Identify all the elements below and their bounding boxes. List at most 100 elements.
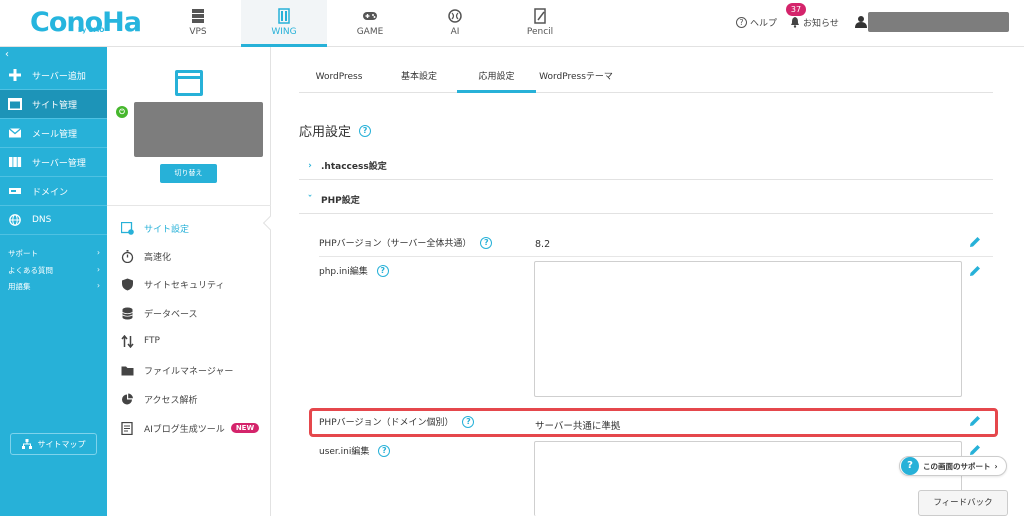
php-ini-label: php.ini編集 ? (319, 264, 389, 277)
notice-count-badge: 37 (786, 3, 806, 16)
site-menu-label: ファイルマネージャー (144, 366, 234, 377)
collapse-sidebar-icon[interactable]: ‹ (5, 49, 9, 60)
sidebar-item-label: サイト管理 (32, 100, 78, 111)
site-menu-analytics[interactable]: アクセス解析 (121, 389, 266, 409)
gamepad-icon (363, 12, 377, 20)
sidebar-item-mail[interactable]: メール管理 (0, 119, 107, 148)
sidebar-item-add-server[interactable]: サーバー追加 (0, 61, 107, 90)
left-sidebar: ‹ サーバー追加 サイト管理 メール管理 サーバー管理 ドメイン DNS サポー… (0, 47, 107, 516)
topnav-label: Pencil (526, 27, 554, 37)
php-server-version-label: PHPバージョン（サーバー全体共通） ? (319, 236, 493, 249)
row-label-text: PHPバージョン（ドメイン個別） (319, 418, 454, 428)
conoha-logo[interactable]: ConoHa (30, 6, 142, 40)
pencil-edit-icon[interactable] (969, 415, 981, 427)
help-circle-icon[interactable]: ? (359, 124, 372, 137)
sidebar-item-dns[interactable]: DNS (0, 206, 107, 235)
user-icon[interactable] (855, 15, 867, 28)
help-icon: ? (736, 17, 747, 28)
tab-advanced-settings[interactable]: 応用設定 (457, 63, 536, 93)
chevron-down-icon: ˇ (307, 194, 313, 205)
site-menu-security[interactable]: サイトセキュリティ (121, 274, 266, 294)
question-icon: ? (901, 457, 919, 475)
folder-icon (121, 366, 134, 375)
page-title-text: 応用設定 (299, 125, 352, 140)
sidebar-sub-glossary[interactable]: 用語集 › (8, 281, 100, 292)
accordion-htaccess[interactable]: › .htaccess設定 (299, 152, 993, 180)
transfer-icon (121, 334, 134, 348)
php-server-version-value: 8.2 (535, 239, 551, 250)
sidebar-item-label: メール管理 (32, 129, 78, 140)
mail-icon (8, 128, 22, 138)
sidebar-item-server-manage[interactable]: サーバー管理 (0, 148, 107, 177)
tab-basic-settings[interactable]: 基本設定 (379, 63, 459, 93)
support-label: この画面のサポート (923, 461, 991, 471)
main-content: WordPress 基本設定 応用設定 WordPressテーマ 応用設定 ? … (272, 47, 1024, 516)
site-menu-label: サイト設定 (144, 224, 190, 235)
sidebar-item-domain[interactable]: ドメイン (0, 177, 107, 206)
topnav-ai[interactable]: AI (412, 0, 498, 47)
help-link[interactable]: ? ヘルプ (736, 16, 777, 29)
site-menu-label: データベース (144, 309, 198, 320)
chevron-right-icon: › (97, 265, 100, 274)
site-menu-ftp[interactable]: FTP (121, 331, 266, 351)
sidebar-sub-support[interactable]: サポート › (8, 248, 100, 259)
help-circle-icon[interactable]: ? (462, 415, 475, 428)
pencil-edit-icon[interactable] (969, 236, 981, 248)
topnav-vps[interactable]: VPS (155, 0, 241, 47)
user-ini-label: user.ini編集 ? (319, 444, 391, 457)
accordion-label: PHP設定 (321, 196, 360, 206)
site-menu-ai-blog[interactable]: AIブログ生成ツール NEW (121, 418, 266, 438)
help-circle-icon[interactable]: ? (480, 236, 493, 249)
site-menu-file-manager[interactable]: ファイルマネージャー (121, 360, 266, 380)
settings-tabs: WordPress 基本設定 応用設定 WordPressテーマ (299, 63, 993, 93)
globe-icon (9, 214, 21, 226)
pencil-edit-icon[interactable] (969, 444, 981, 456)
site-menu-site-settings[interactable]: サイト設定 (121, 218, 266, 238)
sitemap-button[interactable]: サイトマップ (10, 433, 97, 455)
user-ini-textarea[interactable] (534, 441, 962, 516)
chevron-right-icon: › (308, 160, 312, 171)
accordion-php[interactable]: ˇ PHP設定 (299, 186, 993, 214)
php-domain-version-value: サーバー共通に準拠 (535, 421, 621, 432)
screen-support-button[interactable]: ? この画面のサポート › (899, 456, 1007, 476)
row-label-text: php.ini編集 (319, 267, 368, 277)
topnav-wing[interactable]: WING (241, 0, 327, 47)
topnav-game[interactable]: GAME (327, 0, 413, 47)
logo-sub: by GMO (78, 27, 105, 34)
site-menu-label: アクセス解析 (144, 395, 198, 406)
row-label-text: PHPバージョン（サーバー全体共通） (319, 239, 472, 249)
new-badge: NEW (230, 423, 260, 433)
site-menu-speedup[interactable]: 高速化 (121, 246, 266, 266)
topnav-label: GAME (356, 27, 384, 37)
switch-site-button[interactable]: 切り替え (160, 164, 217, 183)
site-menu-database[interactable]: データベース (121, 303, 266, 323)
site-panel: ⏻ 切り替え サイト設定 高速化 サイトセキュリティ データベース FTP ファ… (107, 47, 278, 516)
sidebar-item-label: DNS (32, 215, 52, 225)
row-divider (319, 256, 993, 257)
help-label: ヘルプ (750, 19, 778, 29)
user-name-redacted[interactable] (868, 12, 1009, 32)
pencil-edit-icon[interactable] (969, 265, 981, 277)
tab-wordpress[interactable]: WordPress (299, 63, 379, 93)
feedback-button[interactable]: フィードバック (918, 490, 1008, 516)
sidebar-item-label: サーバー管理 (32, 158, 86, 169)
stopwatch-icon (121, 249, 134, 263)
notice-link[interactable]: お知らせ (790, 16, 839, 29)
page-title: 応用設定 ? (299, 121, 372, 140)
row-label-text: user.ini編集 (319, 447, 370, 457)
help-circle-icon[interactable]: ? (376, 264, 389, 277)
topnav-label: WING (271, 27, 297, 37)
php-ini-textarea[interactable] (534, 261, 962, 397)
sidebar-item-label: ドメイン (32, 187, 69, 198)
sidebar-sub-label: よくある質問 (8, 266, 53, 275)
tab-wordpress-theme[interactable]: WordPressテーマ (536, 63, 616, 93)
site-menu-label: FTP (144, 336, 160, 346)
notice-label: お知らせ (803, 19, 839, 29)
sidebar-item-site-manage[interactable]: サイト管理 (0, 90, 107, 119)
help-circle-icon[interactable]: ? (378, 444, 391, 457)
topnav-pencil[interactable]: Pencil (497, 0, 583, 47)
site-menu-label: サイトセキュリティ (144, 280, 225, 291)
shield-icon (122, 278, 133, 290)
sidebar-sub-faq[interactable]: よくある質問 › (8, 265, 100, 276)
power-status-icon: ⏻ (116, 106, 128, 118)
